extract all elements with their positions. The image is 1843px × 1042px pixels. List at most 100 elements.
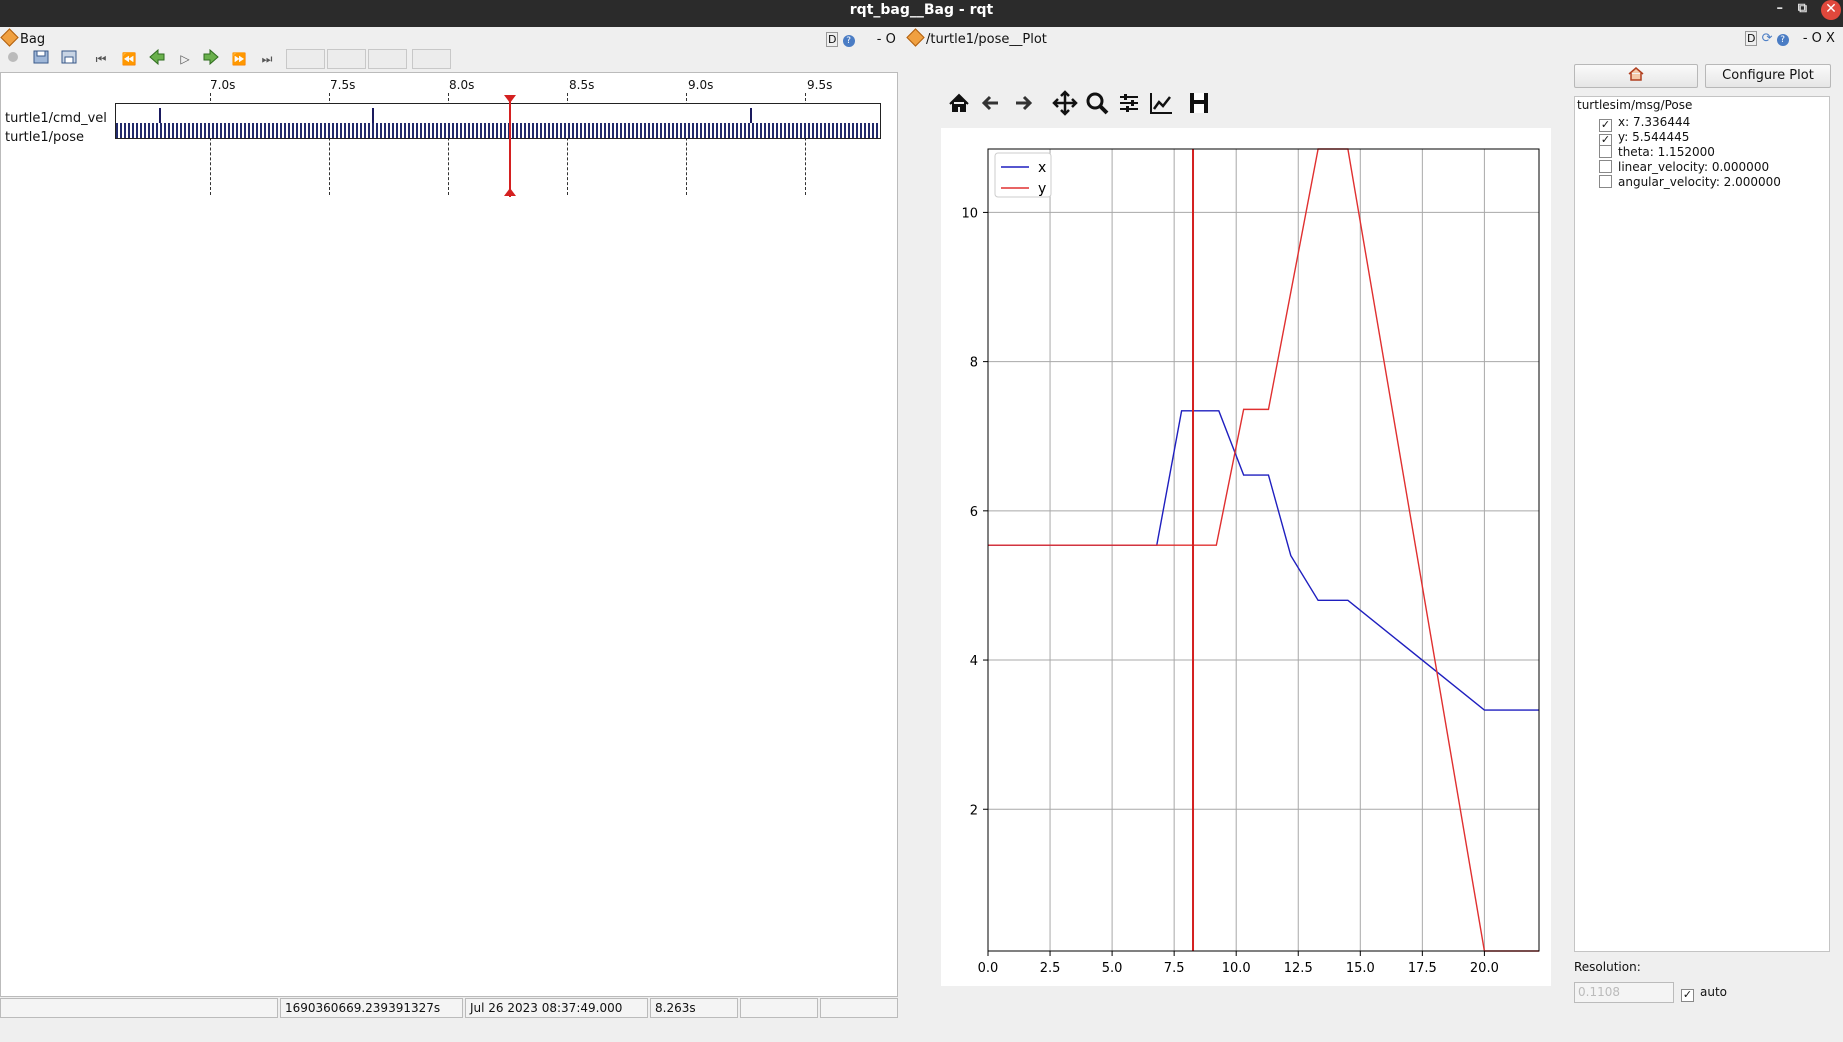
bag-title: Bag (20, 32, 46, 47)
field-theta-label: theta: 1.152000 (1618, 145, 1715, 159)
status-field (740, 998, 818, 1018)
x-tick-label: 7.5 (1164, 961, 1185, 976)
tick-label: 8.5s (569, 78, 595, 92)
field-x-label: x: 7.336444 (1618, 115, 1691, 129)
step-forward-icon[interactable] (200, 48, 222, 69)
x-tick-label: 5.0 (1102, 961, 1123, 976)
bag-statusbar: 1690360669.239391327s Jul 26 2023 08:37:… (0, 997, 900, 1019)
y-tick-label: 6 (970, 505, 978, 520)
subplots-config-icon[interactable] (1114, 88, 1144, 118)
auto-label: auto (1700, 985, 1728, 999)
line-chart[interactable]: 0.0 2.5 5.0 7.5 10.0 12.5 15.0 17.5 20.0 2 4 6 8 10 x… (941, 128, 1551, 986)
config-dock-header: D ⟳ ? - O X (1745, 31, 1835, 46)
zoom-out-button[interactable] (327, 49, 366, 69)
x-tick-label: 15.0 (1346, 961, 1375, 976)
auto-toggle[interactable]: ✓ auto (1681, 985, 1727, 1002)
rewind-icon[interactable]: ⏪ (118, 49, 140, 69)
home-icon (1628, 67, 1644, 81)
dock-controls[interactable]: - O (877, 32, 896, 47)
back-arrow-icon[interactable] (976, 88, 1006, 118)
y-tick-label: 2 (970, 803, 978, 818)
x-tick-label: 2.5 (1040, 961, 1061, 976)
x-tick-label: 10.0 (1222, 961, 1251, 976)
series-line-y (988, 148, 1539, 952)
fast-forward-icon[interactable]: ⏩ (228, 49, 250, 69)
play-icon[interactable]: ▷ (174, 49, 196, 69)
series-line-x (988, 410, 1539, 711)
x-tick-label: 17.5 (1408, 961, 1437, 976)
resolution-label: Resolution: (1574, 960, 1641, 974)
field-angular-velocity-label: angular_velocity: 2.000000 (1618, 175, 1781, 189)
field-y[interactable]: ✓ y: 5.544445 (1599, 130, 1690, 147)
tree-root-label[interactable]: turtlesim/msg/Pose (1577, 98, 1692, 112)
legend-label-y: y (1038, 181, 1046, 197)
playhead-bottom-marker[interactable] (504, 188, 516, 196)
field-linear-velocity-checkbox[interactable] (1599, 160, 1612, 173)
zoom-in-button[interactable] (286, 49, 325, 69)
x-tick-label: 12.5 (1284, 961, 1313, 976)
close-button[interactable]: ✕ (1821, 0, 1841, 20)
bag-panel: Bag ⏮ ⏪ ▷ ⏩ ⏭ 7.0s 7.5s 8.0s 8.5s 9.0s 9… (0, 27, 900, 1022)
configure-plot-button[interactable]: Configure Plot (1705, 64, 1831, 88)
legend-label-x: x (1038, 160, 1046, 176)
go-to-end-icon[interactable]: ⏭ (256, 49, 278, 69)
dock-help-icon[interactable]: D (1745, 31, 1758, 46)
series-lines (988, 148, 1539, 952)
help-icon[interactable]: ? (842, 35, 855, 47)
step-back-icon[interactable] (146, 48, 168, 69)
pose-messages[interactable] (116, 123, 880, 138)
field-y-label: y: 5.544445 (1618, 130, 1690, 144)
help-icon[interactable]: ? (1776, 34, 1789, 46)
cmd-vel-message[interactable] (750, 108, 752, 123)
edit-axis-icon[interactable] (1146, 88, 1176, 118)
maximize-button[interactable]: ⧉ (1798, 0, 1807, 18)
tick-label: 9.0s (688, 78, 714, 92)
grid-lines (987, 149, 1539, 951)
bag-toolbar: ⏮ ⏪ ▷ ⏩ ⏭ (0, 47, 460, 71)
plot-title: /turtle1/pose__Plot (925, 32, 1047, 47)
save-figure-icon[interactable] (1184, 88, 1214, 118)
pan-icon[interactable] (1050, 88, 1080, 118)
topic-message-area[interactable] (115, 103, 881, 139)
chart-legend: x y (994, 152, 1052, 198)
tick-label: 8.0s (449, 78, 475, 92)
message-field-tree[interactable]: turtlesim/msg/Pose ✓ x: 7.336444 ✓ y: 5.54… (1574, 96, 1830, 952)
field-theta[interactable]: theta: 1.152000 (1599, 145, 1715, 160)
plot-dock-header: D ? - O /turtle1/pose__Plot (826, 28, 1047, 47)
tick-label: 7.5s (330, 78, 356, 92)
ros-plugin-icon (906, 28, 925, 47)
plot-canvas[interactable]: 0.0 2.5 5.0 7.5 10.0 12.5 15.0 17.5 20.0 2 4 6 8 10 x… (941, 128, 1551, 986)
bag-dock-header: Bag (0, 28, 46, 47)
topic-cmd-vel[interactable]: turtle1/cmd_vel (5, 111, 107, 126)
zoom-icon[interactable] (1082, 88, 1112, 118)
field-linear-velocity[interactable]: linear_velocity: 0.000000 (1599, 160, 1769, 175)
thumbnails-button[interactable] (412, 49, 451, 69)
minimize-button[interactable]: – (1777, 0, 1784, 18)
forward-arrow-icon[interactable] (1008, 88, 1038, 118)
y-tick-label: 8 (970, 356, 978, 371)
y-tick-label: 10 (961, 206, 978, 221)
zoom-reset-button[interactable] (368, 49, 407, 69)
auto-checkbox[interactable]: ✓ (1681, 989, 1694, 1002)
refresh-icon[interactable]: ⟳ (1762, 31, 1773, 46)
bag-timeline[interactable]: 7.0s 7.5s 8.0s 8.5s 9.0s 9.5s turtle1/cm… (0, 72, 898, 997)
resolution-input[interactable]: 0.1108 (1574, 982, 1674, 1003)
field-theta-checkbox[interactable] (1599, 145, 1612, 158)
home-icon[interactable] (944, 88, 974, 118)
go-to-start-icon[interactable]: ⏮ (90, 49, 112, 69)
topic-pose[interactable]: turtle1/pose (5, 130, 84, 145)
playhead[interactable] (509, 97, 511, 197)
record-icon[interactable] (2, 49, 24, 69)
status-date: Jul 26 2023 08:37:49.000 (465, 998, 648, 1018)
field-x[interactable]: ✓ x: 7.336444 (1599, 115, 1691, 132)
save-bag-icon[interactable] (58, 49, 80, 69)
window-title: rqt_bag__Bag - rqt (849, 2, 994, 18)
field-angular-velocity[interactable]: angular_velocity: 2.000000 (1599, 175, 1781, 190)
dock-controls[interactable]: - O X (1803, 31, 1835, 46)
cmd-vel-message[interactable] (372, 108, 374, 123)
field-angular-velocity-checkbox[interactable] (1599, 175, 1612, 188)
home-button[interactable] (1574, 64, 1698, 88)
dock-help-icon[interactable]: D (826, 32, 839, 47)
open-bag-icon[interactable] (30, 49, 52, 69)
cmd-vel-message[interactable] (159, 108, 161, 123)
